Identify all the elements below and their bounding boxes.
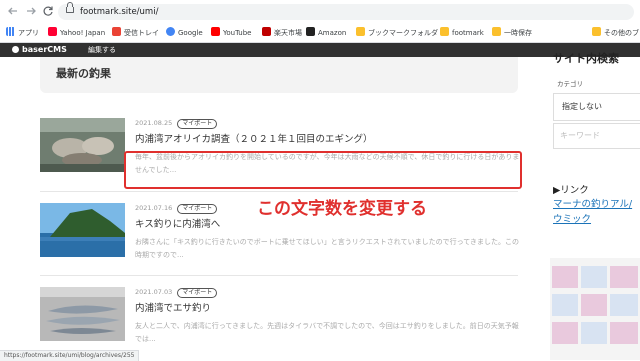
bookmark-rakuten[interactable]: 楽天市場 — [262, 27, 302, 39]
reload-icon — [43, 6, 53, 16]
folder-icon — [440, 27, 449, 36]
cms-logo[interactable]: baserCMS — [12, 45, 67, 55]
reload-button[interactable] — [41, 5, 55, 19]
bookmark-yahoo[interactable]: Yahoo! Japan — [48, 27, 105, 39]
address-bar[interactable]: footmark.site/umi/ — [58, 2, 634, 20]
post-divider — [40, 275, 518, 276]
bookmarks-bar: アプリ Yahoo! Japan 受信トレイ Google YouTube 楽天… — [0, 24, 640, 43]
post-title[interactable]: 内浦湾アオリイカ調査（２０２１年１回目のエギング） — [135, 133, 373, 147]
post-excerpt: お隣さんに「キス釣りに行きたいのでボートに乗せてほしい」と言うリクエストされてい… — [135, 238, 520, 259]
sidebar-link[interactable]: ウミック — [553, 213, 591, 226]
post-date: 2021.08.25 — [135, 119, 173, 127]
bookmark-folder[interactable]: ブックマークフォルダ — [356, 27, 438, 39]
back-button[interactable] — [6, 5, 20, 19]
post-date: 2021.07.03 — [135, 288, 173, 296]
site-search-title: サイト内検索 — [553, 52, 619, 65]
lock-icon — [66, 2, 74, 13]
post-thumbnail[interactable] — [40, 287, 125, 341]
keyword-input[interactable]: キーワード — [553, 123, 640, 149]
folder-icon — [356, 27, 365, 36]
sidebar-link[interactable]: マーナの釣りアル/ — [553, 198, 632, 211]
category-label: カテゴリ — [557, 80, 583, 88]
bookmark-inbox[interactable]: 受信トレイ — [112, 27, 159, 39]
post-thumbnail[interactable] — [40, 118, 125, 172]
bookmark-youtube[interactable]: YouTube — [211, 27, 251, 39]
post-tag[interactable]: マイポート — [177, 204, 218, 214]
google-icon — [166, 27, 175, 36]
cms-logo-icon — [12, 46, 19, 53]
arrow-right-icon — [27, 7, 36, 15]
gmail-icon — [112, 27, 121, 36]
annotation-label: この文字数を変更する — [257, 199, 427, 219]
bookmark-other[interactable]: その他のブ — [592, 27, 639, 39]
section-title: 最新の釣果 — [56, 67, 111, 80]
post-title[interactable]: キス釣りに内浦湾へ — [135, 218, 220, 232]
category-select[interactable]: 指定しない — [553, 93, 640, 121]
post-divider — [40, 191, 518, 192]
url-text: footmark.site/umi/ — [80, 7, 159, 17]
bookmark-footmark[interactable]: footmark — [440, 27, 484, 39]
links-heading: ▶リンク — [553, 185, 589, 196]
keyword-placeholder: キーワード — [560, 131, 600, 140]
youtube-icon — [211, 27, 220, 36]
product-ad-image[interactable] — [550, 258, 640, 360]
edit-link[interactable]: 編集する — [88, 45, 116, 55]
latest-catches-header: 最新の釣果 — [40, 57, 518, 93]
bookmark-temp[interactable]: 一時保存 — [492, 27, 532, 39]
status-bar-url: https://footmark.site/umi/blog/archives/… — [0, 350, 140, 361]
browser-toolbar: footmark.site/umi/ — [0, 0, 640, 24]
post-meta: 2021.08.25 マイポート — [135, 118, 218, 129]
cms-admin-bar: baserCMS 編集する — [0, 43, 640, 57]
rakuten-icon — [262, 27, 271, 36]
post-title[interactable]: 内浦湾でエサ釣り — [135, 302, 211, 316]
post-date: 2021.07.16 — [135, 204, 173, 212]
post-meta: 2021.07.03 マイポート — [135, 287, 218, 298]
post-thumbnail[interactable] — [40, 203, 125, 257]
amazon-icon — [306, 27, 315, 36]
post-item[interactable]: 2021.07.03 マイポート 内浦湾でエサ釣り 友人と二人で、内浦湾に行ってき… — [40, 287, 519, 347]
post-tag[interactable]: マイポート — [177, 119, 218, 129]
folder-icon — [492, 27, 501, 36]
post-excerpt: 友人と二人で、内浦湾に行ってきました。先週はタイラバで不調でしたので、今回はエサ… — [135, 322, 519, 343]
bookmark-amazon[interactable]: Amazon — [306, 27, 346, 39]
post-meta: 2021.07.16 マイポート — [135, 203, 218, 214]
apps-grid-icon — [6, 27, 15, 36]
bookmark-apps[interactable]: アプリ — [6, 27, 39, 39]
forward-button[interactable] — [24, 5, 38, 19]
folder-icon — [592, 27, 601, 36]
post-tag[interactable]: マイポート — [177, 288, 218, 298]
bookmark-google[interactable]: Google — [166, 27, 203, 39]
excerpt-highlight-box — [124, 151, 522, 189]
yahoo-icon — [48, 27, 57, 36]
arrow-left-icon — [8, 7, 17, 15]
category-selected-value: 指定しない — [562, 102, 602, 111]
